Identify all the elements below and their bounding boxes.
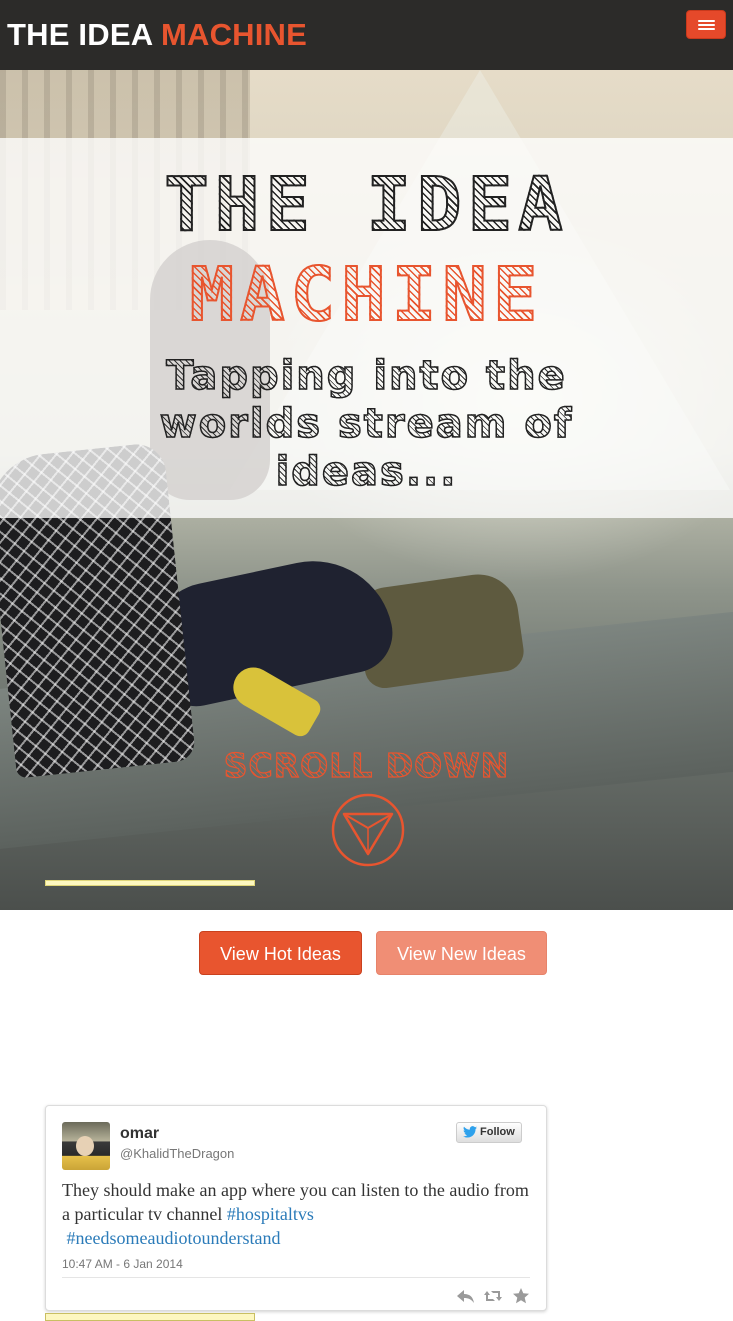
hamburger-menu-icon-bar [698,28,715,30]
brand-text-white: THE IDEA [7,17,161,52]
tweet-text: They should make an app where you can li… [62,1178,532,1250]
hero-title-line1: THE IDEA [0,164,733,246]
hamburger-menu-icon-bar [698,24,715,26]
favorite-star-icon[interactable] [512,1287,532,1305]
avatar[interactable] [62,1122,110,1170]
tweet-timestamp[interactable]: 10:47 AM - 6 Jan 2014 [62,1256,183,1272]
tweet-author-name[interactable]: omar [120,1124,159,1144]
tweet-author-handle[interactable]: @KhalidTheDragon [120,1145,234,1163]
tweet-divider [62,1277,530,1278]
follow-button[interactable]: Follow [456,1122,522,1143]
brand-text-accent: MACHINE [160,17,308,52]
hero-title-line2: MACHINE [0,254,733,336]
view-new-ideas-button[interactable]: View New Ideas [376,931,547,975]
hashtag-link[interactable]: #needsomeaudiotounderstand [67,1228,281,1248]
top-navbar: THE IDEA MACHINE [0,0,733,70]
twitter-bird-icon [463,1126,477,1138]
debug-strip-bottom [45,1313,255,1321]
embedded-tweet-card: omar @KhalidTheDragon Follow They should… [45,1105,547,1311]
retweet-icon[interactable] [483,1287,503,1305]
scroll-down-label: SCROLL DOWN [0,745,733,786]
chevron-down-circle-icon[interactable] [330,792,406,868]
hero-tagline: Tapping into the worlds stream of ideas.… [100,352,633,496]
menu-toggle-button[interactable] [686,10,726,39]
hamburger-menu-icon [698,20,715,22]
debug-strip [45,880,255,886]
view-hot-ideas-button[interactable]: View Hot Ideas [199,931,362,975]
follow-label: Follow [480,1126,515,1138]
reply-icon[interactable] [456,1287,476,1305]
brand-logo[interactable]: THE IDEA MACHINE [7,17,307,53]
hashtag-link[interactable]: #hospitaltvs [227,1204,314,1224]
hero-section: THE IDEA MACHINE Tapping into the worlds… [0,70,733,910]
